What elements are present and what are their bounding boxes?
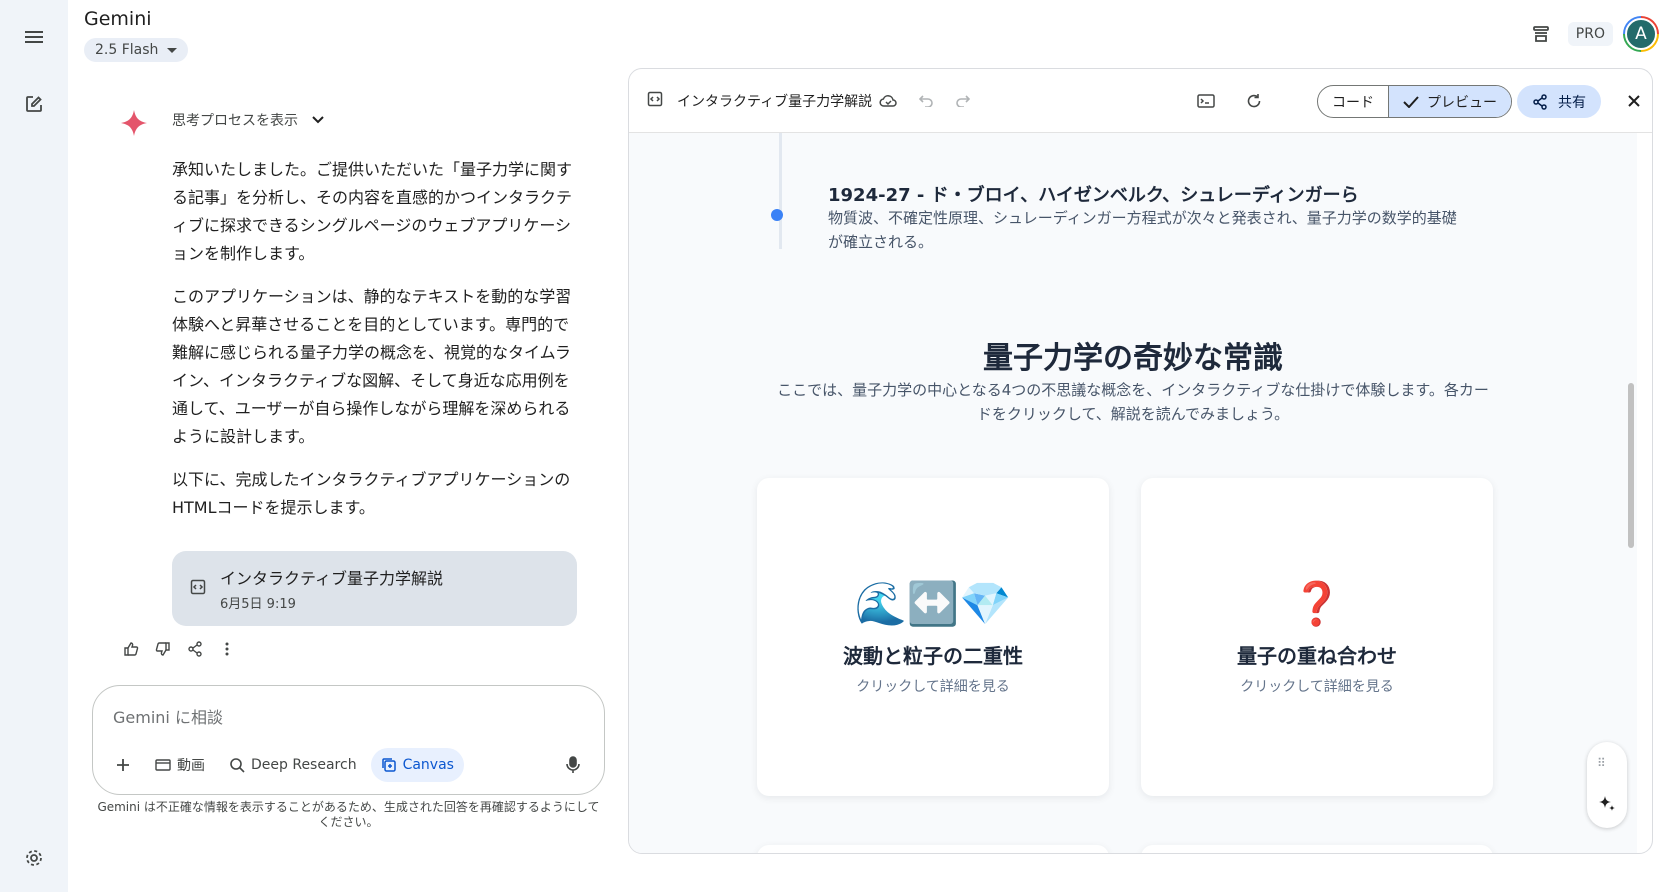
concept-card-title: 量子の重ね合わせ xyxy=(1237,644,1397,668)
video-tool-button[interactable]: 動画 xyxy=(145,748,215,782)
response-paragraph: このアプリケーションは、静的なテキストを動的な学習体験へと昇華させることを目的と… xyxy=(172,287,572,446)
concept-card-wave-particle[interactable]: 🌊↔️💎 波動と粒子の二重性 クリックして詳細を見る xyxy=(757,478,1109,796)
app-title[interactable]: Gemini xyxy=(84,8,152,30)
wave-particle-emoji: 🌊↔️💎 xyxy=(854,579,1012,628)
deep-research-button[interactable]: Deep Research xyxy=(219,748,367,782)
preview-label: プレビュー xyxy=(1427,94,1497,111)
concept-card-hint: クリックして詳細を見る xyxy=(856,679,1010,695)
canvas-panel: インタラクティブ量子力学解説 コード プレビュー 共有 1924-27 - ド・… xyxy=(628,68,1653,854)
add-button[interactable] xyxy=(105,748,141,782)
show-thinking-toggle[interactable]: 思考プロセスを表示 xyxy=(172,110,324,130)
magic-edit-icon[interactable] xyxy=(1597,794,1617,814)
deep-research-icon xyxy=(230,758,245,773)
deep-research-label: Deep Research xyxy=(251,757,357,773)
share-label: 共有 xyxy=(1558,94,1586,111)
avatar-initial: A xyxy=(1625,18,1657,50)
plus-icon xyxy=(117,759,129,771)
concept-card-partial[interactable] xyxy=(1141,845,1493,853)
canvas-tool-button[interactable]: Canvas xyxy=(370,748,464,782)
code-view-button[interactable]: コード xyxy=(1318,86,1388,117)
new-chat-icon[interactable] xyxy=(17,87,51,121)
check-icon xyxy=(1403,95,1419,108)
video-tool-label: 動画 xyxy=(177,758,205,774)
incognito-icon[interactable] xyxy=(1524,17,1558,51)
video-icon xyxy=(155,759,171,771)
gear-icon[interactable] xyxy=(17,841,51,875)
code-label: コード xyxy=(1332,94,1374,111)
pro-badge: PRO xyxy=(1567,22,1613,46)
share-icon xyxy=(1533,93,1547,110)
timeline-dot xyxy=(771,209,783,221)
chevron-down-icon xyxy=(167,48,178,53)
thinking-label: 思考プロセスを表示 xyxy=(172,113,298,129)
gemini-spark-icon xyxy=(121,110,147,136)
question-emoji: ❓ xyxy=(1290,579,1344,628)
preview-scrollbar[interactable] xyxy=(1628,383,1634,548)
more-vert-icon[interactable] xyxy=(214,636,240,662)
preview-view-button[interactable]: プレビュー xyxy=(1388,86,1511,117)
artifact-title: インタラクティブ量子力学解説 xyxy=(220,569,444,588)
undo-icon[interactable] xyxy=(911,86,941,116)
drag-handle-icon[interactable]: ⠿ xyxy=(1597,756,1607,770)
artifact-date: 6月5日 9:19 xyxy=(220,597,296,612)
redo-icon[interactable] xyxy=(948,86,978,116)
response-text: 承知いたしました。ご提供いただいた「量子力学に関する記事」を分析し、その内容を直… xyxy=(172,156,572,537)
input-tools: 動画 Deep Research Canvas xyxy=(105,748,464,782)
chat-column: 思考プロセスを表示 承知いたしました。ご提供いただいた「量子力学に関する記事」を… xyxy=(68,70,628,892)
canvas-preview[interactable]: 1924-27 - ド・ブロイ、ハイゼンベルク、シュレーディンガーら 物質波、不… xyxy=(629,133,1637,853)
prompt-placeholder: Gemini に相談 xyxy=(113,708,223,727)
prompt-input[interactable]: Gemini に相談 動画 Deep Research Canvas xyxy=(92,685,605,795)
concept-card-title: 波動と粒子の二重性 xyxy=(843,644,1023,668)
side-rail xyxy=(0,0,68,892)
timeline-item-desc: 物質波、不確定性原理、シュレーディンガー方程式が次々と発表され、量子力学の数学的… xyxy=(828,209,1457,251)
view-toggle: コード プレビュー xyxy=(1317,85,1512,118)
console-icon[interactable] xyxy=(1191,86,1221,116)
canvas-artifact-chip[interactable]: インタラクティブ量子力学解説 6月5日 9:19 xyxy=(172,551,577,626)
cloud-save-icon[interactable] xyxy=(873,86,903,116)
model-selector[interactable]: 2.5 Flash xyxy=(84,38,189,62)
concept-card-hint: クリックして詳細を見る xyxy=(1240,679,1394,695)
canvas-icon xyxy=(381,758,396,772)
code-document-icon xyxy=(190,579,206,595)
share-icon[interactable] xyxy=(182,636,208,662)
timeline-line xyxy=(779,133,782,249)
concept-card-partial[interactable] xyxy=(757,845,1109,853)
code-document-icon xyxy=(647,91,663,107)
concept-card-superposition[interactable]: ❓ 量子の重ね合わせ クリックして詳細を見る xyxy=(1141,478,1493,796)
microphone-icon[interactable] xyxy=(556,748,590,782)
share-button[interactable]: 共有 xyxy=(1517,85,1601,118)
floating-tools: ⠿ xyxy=(1587,742,1627,828)
response-paragraph: 以下に、完成したインタラクティブアプリケーションのHTMLコードを提示します。 xyxy=(172,470,571,517)
chevron-down-icon xyxy=(312,116,324,124)
disclaimer: Gemini は不正確な情報を表示することがあるため、生成された回答を再確認する… xyxy=(97,800,600,829)
section-lead: ここでは、量子力学の中心となる4つの不思議な概念を、インタラクティブな仕掛けで体… xyxy=(777,381,1489,423)
response-paragraph: 承知いたしました。ご提供いただいた「量子力学に関する記事」を分析し、その内容を直… xyxy=(172,160,573,263)
response-actions xyxy=(118,636,240,662)
model-label: 2.5 Flash xyxy=(95,42,159,58)
avatar[interactable]: A xyxy=(1623,16,1659,52)
menu-icon[interactable] xyxy=(17,20,51,54)
close-icon[interactable] xyxy=(1619,86,1649,116)
thumbs-down-icon[interactable] xyxy=(150,636,176,662)
canvas-title: インタラクティブ量子力学解説 xyxy=(677,94,873,110)
account-area: PRO A xyxy=(1524,16,1659,52)
timeline-item-title: 1924-27 - ド・ブロイ、ハイゼンベルク、シュレーディンガーら xyxy=(828,185,1359,206)
section-title: 量子力学の奇妙な常識 xyxy=(983,341,1283,376)
refresh-icon[interactable] xyxy=(1239,86,1269,116)
canvas-tool-label: Canvas xyxy=(402,757,454,773)
thumbs-up-icon[interactable] xyxy=(118,636,144,662)
canvas-toolbar: インタラクティブ量子力学解説 コード プレビュー 共有 xyxy=(629,69,1652,133)
